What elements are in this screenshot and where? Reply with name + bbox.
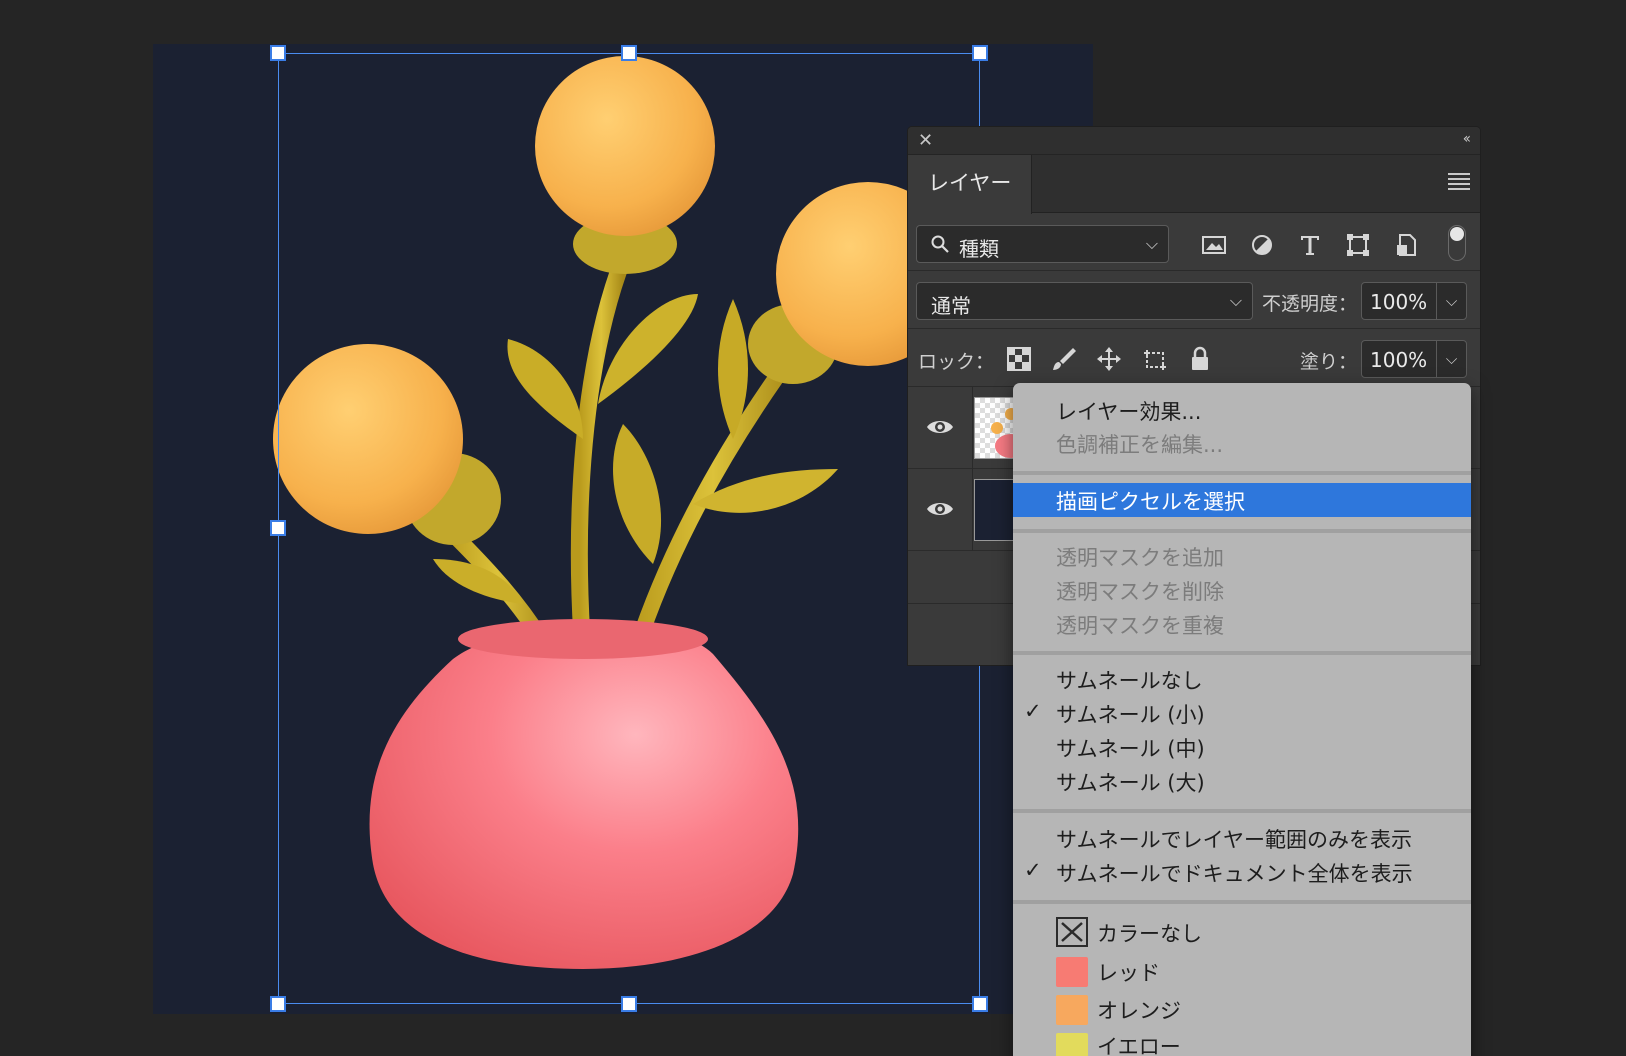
menu-item-medium-thumbnails[interactable]: サムネール (中) <box>1056 733 1205 763</box>
menu-item-clip-thumbnails-to-layer[interactable]: サムネールでレイヤー範囲のみを表示 <box>1056 824 1412 854</box>
menu-separator <box>1013 529 1471 533</box>
fill-label: 塗り： <box>1300 351 1358 373</box>
lock-position-icon[interactable] <box>1096 346 1122 372</box>
menu-item-color-none[interactable]: カラーなし <box>1097 918 1202 948</box>
menu-item-no-thumbnails[interactable]: サムネールなし <box>1056 665 1203 695</box>
lock-artboard-icon[interactable] <box>1142 346 1168 372</box>
panel-menu-icon[interactable] <box>1448 173 1470 193</box>
blend-row: 通常 ⌵ 不透明度： 100% ⌵ <box>908 271 1480 329</box>
chevron-down-icon[interactable]: ⌵ <box>1436 283 1466 319</box>
transform-handle-top-right[interactable] <box>972 45 988 61</box>
chevron-down-icon: ⌵ <box>1229 291 1242 310</box>
tab-layers[interactable]: レイヤー <box>908 155 1032 214</box>
lock-image-pixels-icon[interactable] <box>1051 346 1077 372</box>
eye-icon[interactable] <box>926 499 954 519</box>
menu-item-color-orange[interactable]: オレンジ <box>1097 995 1181 1025</box>
check-icon: ✓ <box>1024 858 1042 882</box>
menu-item-edit-adjustment: 色調補正を編集... <box>1056 433 1224 457</box>
transform-handle-top-center[interactable] <box>621 45 637 61</box>
type-filter-icon[interactable] <box>1296 231 1324 259</box>
menu-item-layer-effects[interactable]: レイヤー効果... <box>1056 396 1201 426</box>
layer-context-menu: レイヤー効果... 色調補正を編集... 描画ピクセルを選択 透明マスクを追加 … <box>1013 383 1471 1056</box>
transform-handle-bottom-left[interactable] <box>270 996 286 1012</box>
menu-item-color-red[interactable]: レッド <box>1097 957 1160 987</box>
menu-item-select-pixels[interactable]: 描画ピクセルを選択 <box>1013 483 1471 517</box>
check-icon: ✓ <box>1024 699 1042 723</box>
eye-icon[interactable] <box>926 417 954 437</box>
color-none-swatch <box>1056 917 1088 947</box>
lock-all-icon[interactable] <box>1187 346 1213 372</box>
color-orange-swatch <box>1056 995 1088 1025</box>
menu-item-add-transparency-mask: 透明マスクを追加 <box>1056 546 1224 570</box>
color-red-swatch <box>1056 957 1088 987</box>
blend-mode-dropdown[interactable]: 通常 ⌵ <box>916 282 1253 320</box>
image-filter-icon[interactable] <box>1200 231 1228 259</box>
menu-item-clip-thumbnails-to-document[interactable]: サムネールでドキュメント全体を表示 <box>1056 858 1413 888</box>
lock-row: ロック： 塗り： 100% ⌵ <box>908 329 1480 387</box>
blend-mode-label: 通常 <box>931 294 971 318</box>
opacity-value: 100% <box>1370 290 1428 314</box>
menu-item-subtract-transparency-mask: 透明マスクを削除 <box>1056 580 1224 604</box>
lock-label: ロック： <box>918 351 995 373</box>
fill-field[interactable]: 100% ⌵ <box>1361 340 1467 378</box>
transform-handle-top-left[interactable] <box>270 45 286 61</box>
transform-handle-bottom-center[interactable] <box>621 996 637 1012</box>
transform-handle-bottom-right[interactable] <box>972 996 988 1012</box>
menu-item-large-thumbnails[interactable]: サムネール (大) <box>1056 767 1205 797</box>
search-icon <box>931 235 949 253</box>
opacity-label: 不透明度： <box>1262 293 1358 315</box>
menu-separator <box>1013 900 1471 904</box>
menu-separator <box>1013 809 1471 813</box>
panel-tab-row: レイヤー <box>908 155 1480 214</box>
chevron-down-icon: ⌵ <box>1145 234 1158 253</box>
close-icon[interactable]: ✕ <box>918 130 933 151</box>
filter-row: 種類 ⌵ <box>908 213 1480 271</box>
filter-toggle-switch[interactable] <box>1448 225 1466 261</box>
smart-object-filter-icon[interactable] <box>1392 231 1420 259</box>
menu-item-color-yellow[interactable]: イエロー <box>1097 1031 1181 1056</box>
panel-title-bar: ✕ ‹‹ <box>908 127 1480 155</box>
transform-handle-middle-left[interactable] <box>270 520 286 536</box>
menu-separator <box>1013 651 1471 655</box>
menu-item-intersect-transparency-mask: 透明マスクを重複 <box>1056 614 1224 638</box>
collapse-icon[interactable]: ‹‹ <box>1463 131 1471 147</box>
opacity-field[interactable]: 100% ⌵ <box>1361 282 1467 320</box>
filter-kind-label: 種類 <box>959 237 999 261</box>
lock-transparent-pixels-icon[interactable] <box>1006 346 1032 372</box>
adjustment-filter-icon[interactable] <box>1248 231 1276 259</box>
filter-kind-dropdown[interactable]: 種類 ⌵ <box>916 225 1169 263</box>
fill-value: 100% <box>1370 348 1428 372</box>
menu-separator <box>1013 471 1471 475</box>
chevron-down-icon[interactable]: ⌵ <box>1436 341 1466 377</box>
menu-item-small-thumbnails[interactable]: サムネール (小) <box>1056 699 1205 729</box>
shape-filter-icon[interactable] <box>1344 231 1372 259</box>
color-yellow-swatch <box>1056 1033 1088 1056</box>
